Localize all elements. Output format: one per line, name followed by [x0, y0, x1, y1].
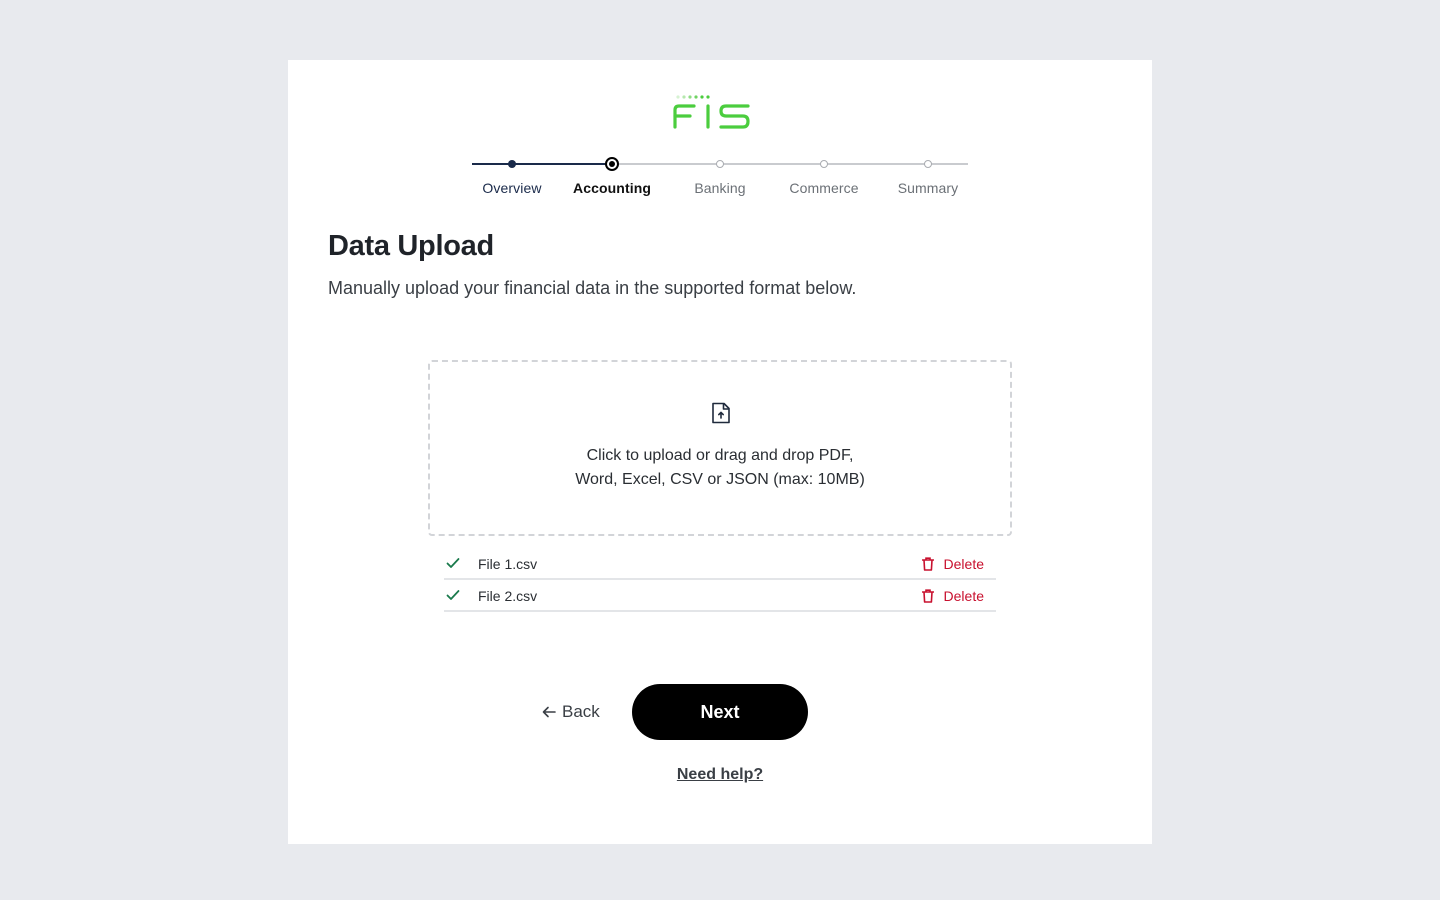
file-name: File 2.csv	[478, 588, 538, 604]
file-dropzone[interactable]: Click to upload or drag and drop PDF, Wo…	[428, 360, 1012, 536]
trash-icon	[921, 557, 934, 571]
delete-label: Delete	[943, 588, 984, 604]
trash-icon	[921, 589, 934, 603]
step-dot-banking	[716, 160, 724, 168]
back-label: Back	[562, 702, 600, 721]
uploaded-file-list: File 1.csv Delete File 2.csv Delete	[444, 548, 996, 612]
help-link-container: Need help?	[288, 766, 1152, 784]
delete-file-button[interactable]: Delete	[921, 586, 984, 606]
stepper-line-completed	[472, 163, 616, 165]
dropzone-line-1: Click to upload or drag and drop PDF,	[586, 447, 854, 464]
step-dot-overview	[508, 160, 516, 168]
dropzone-line-2: Word, Excel, CSV or JSON (max: 10MB)	[575, 471, 865, 488]
progress-stepper: Overview Accounting Banking Commerce Sum…	[472, 152, 968, 200]
delete-file-button[interactable]: Delete	[921, 554, 984, 574]
need-help-link[interactable]: Need help?	[677, 766, 763, 783]
step-dot-commerce	[820, 160, 828, 168]
dropzone-instructions: Click to upload or drag and drop PDF, Wo…	[430, 444, 1010, 492]
delete-label: Delete	[943, 556, 984, 572]
fis-logo	[673, 95, 750, 129]
step-dot-summary	[924, 160, 932, 168]
stepper-line-upcoming	[616, 163, 968, 165]
check-icon	[446, 590, 460, 600]
step-label-banking: Banking	[694, 180, 746, 196]
step-label-overview[interactable]: Overview	[460, 180, 564, 196]
file-row: File 2.csv Delete	[444, 580, 996, 612]
step-label-summary: Summary	[897, 180, 959, 196]
back-button[interactable]: Back	[542, 700, 600, 724]
page-subtitle: Manually upload your financial data in t…	[328, 278, 857, 298]
page-title: Data Upload	[328, 230, 494, 262]
file-row: File 1.csv Delete	[444, 548, 996, 580]
next-button[interactable]: Next	[632, 684, 808, 740]
file-upload-icon	[712, 402, 730, 424]
step-label-commerce: Commerce	[789, 180, 859, 196]
step-dot-accounting	[605, 157, 619, 171]
file-name: File 1.csv	[478, 556, 538, 572]
check-icon	[446, 558, 460, 568]
arrow-left-icon	[542, 706, 556, 718]
next-label: Next	[700, 701, 740, 722]
step-label-accounting: Accounting	[573, 180, 651, 196]
main-card: Overview Accounting Banking Commerce Sum…	[288, 60, 1152, 844]
